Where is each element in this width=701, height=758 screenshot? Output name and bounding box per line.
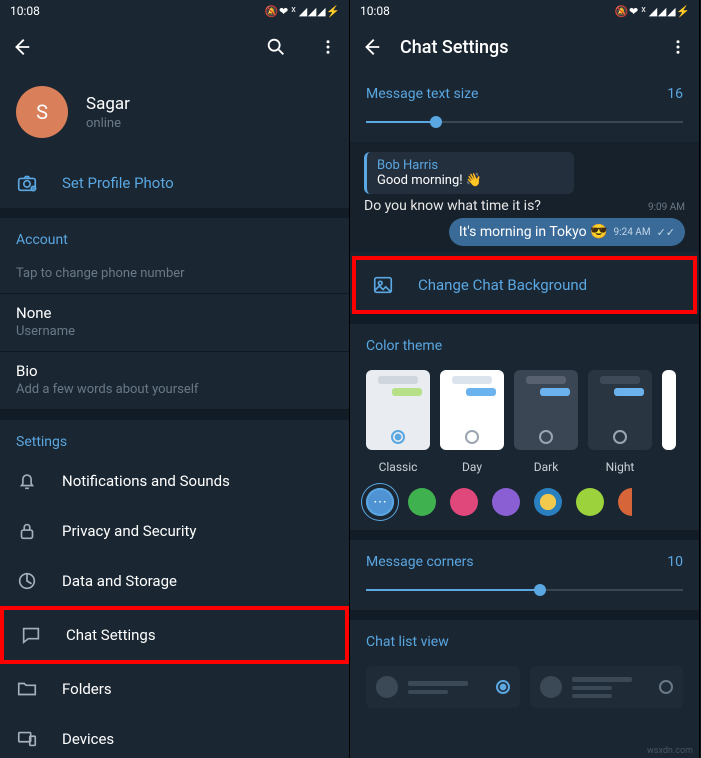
profile-name: Sagar [86, 94, 130, 114]
bio-item[interactable]: Bio Add a few words about yourself [0, 352, 349, 410]
phone-item[interactable]: Tap to change phone number [0, 254, 349, 294]
status-bar: 10:08 🔕 ❤ x◢ ◢ ◢ ⚡ [0, 0, 349, 22]
username-item[interactable]: None Username [0, 294, 349, 352]
profile-status: online [86, 116, 130, 131]
folder-icon [16, 678, 38, 700]
watermark: wsxdn.com [647, 746, 693, 756]
settings-folders[interactable]: Folders [0, 664, 349, 714]
text-size-slider[interactable] [366, 112, 683, 132]
profile-header[interactable]: S Sagar online [0, 72, 349, 158]
avatar: S [16, 86, 68, 138]
accent-cyan[interactable] [534, 488, 562, 516]
image-icon [372, 274, 394, 296]
status-bar: 10:08 🔕 ❤ x◢ ◢ ◢ ⚡ [350, 0, 699, 22]
theme-day[interactable] [440, 370, 504, 450]
radio-icon [659, 680, 673, 694]
app-bar [0, 22, 349, 72]
lock-icon [16, 520, 38, 542]
theme-night[interactable] [588, 370, 652, 450]
text-size-section: Message text size 16 [350, 72, 699, 142]
chat-list-options [350, 656, 699, 718]
accent-lime[interactable] [576, 488, 604, 516]
status-icons: 🔕 ❤ x◢ ◢ ◢ ⚡ [265, 5, 339, 18]
theme-dark[interactable] [514, 370, 578, 450]
chatlist-label: Chat list view [350, 620, 699, 656]
settings-data[interactable]: Data and Storage [0, 556, 349, 606]
accent-blue[interactable]: ⋯ [366, 488, 394, 516]
check-icon: ✓✓ [657, 226, 675, 239]
outgoing-bubble: It's morning in Tokyo 😎 9:24 AM ✓✓ [449, 218, 685, 246]
text-size-label: Message text size [366, 86, 478, 102]
settings-header: Settings [0, 420, 349, 456]
phone-hint: Tap to change phone number [16, 266, 333, 281]
text-size-value: 16 [667, 86, 683, 102]
accent-orange[interactable] [618, 488, 632, 516]
chat-icon [20, 624, 42, 646]
settings-privacy[interactable]: Privacy and Security [0, 506, 349, 556]
back-icon[interactable] [10, 36, 32, 58]
settings-screen: 10:08 🔕 ❤ x◢ ◢ ◢ ⚡ S Sagar online Set Pr… [0, 0, 350, 758]
camera-icon [16, 172, 38, 194]
accent-purple[interactable] [492, 488, 520, 516]
accent-green[interactable] [408, 488, 436, 516]
settings-chat[interactable]: Chat Settings [0, 606, 349, 664]
account-header: Account [0, 218, 349, 254]
page-title: Chat Settings [400, 37, 649, 58]
corners-value: 10 [667, 554, 683, 570]
clock: 10:08 [10, 4, 40, 18]
accent-pink[interactable] [450, 488, 478, 516]
more-icon[interactable] [667, 36, 689, 58]
data-icon [16, 570, 38, 592]
radio-icon [496, 680, 510, 694]
chat-preview: Bob Harris Good morning! 👋 Do you know w… [350, 142, 699, 252]
theme-labels: Classic Day Dark Night [350, 456, 699, 484]
theme-cards [350, 360, 699, 456]
corners-label: Message corners [366, 554, 474, 570]
bell-icon [16, 470, 38, 492]
status-icons: 🔕 ❤ x◢ ◢ ◢ ⚡ [615, 5, 689, 18]
corners-section: Message corners 10 [350, 540, 699, 610]
devices-icon [16, 728, 38, 750]
settings-devices[interactable]: Devices [0, 714, 349, 758]
set-profile-photo[interactable]: Set Profile Photo [0, 158, 349, 208]
clock: 10:08 [360, 4, 390, 18]
settings-notifications[interactable]: Notifications and Sounds [0, 456, 349, 506]
theme-classic[interactable] [366, 370, 430, 450]
color-theme-label: Color theme [350, 324, 699, 360]
app-bar: Chat Settings [350, 22, 699, 72]
set-photo-label: Set Profile Photo [62, 174, 174, 192]
theme-more[interactable] [662, 370, 676, 450]
chatlist-two-line[interactable] [366, 666, 520, 708]
incoming-bubble: Bob Harris Good morning! 👋 [364, 152, 574, 194]
accent-colors: ⋯ [350, 484, 699, 530]
corners-slider[interactable] [366, 580, 683, 600]
chatlist-three-line[interactable] [530, 666, 684, 708]
more-icon[interactable] [317, 36, 339, 58]
change-background[interactable]: Change Chat Background [352, 256, 697, 314]
search-icon[interactable] [265, 36, 287, 58]
chat-settings-screen: 10:08 🔕 ❤ x◢ ◢ ◢ ⚡ Chat Settings Message… [350, 0, 700, 758]
back-icon[interactable] [360, 36, 382, 58]
